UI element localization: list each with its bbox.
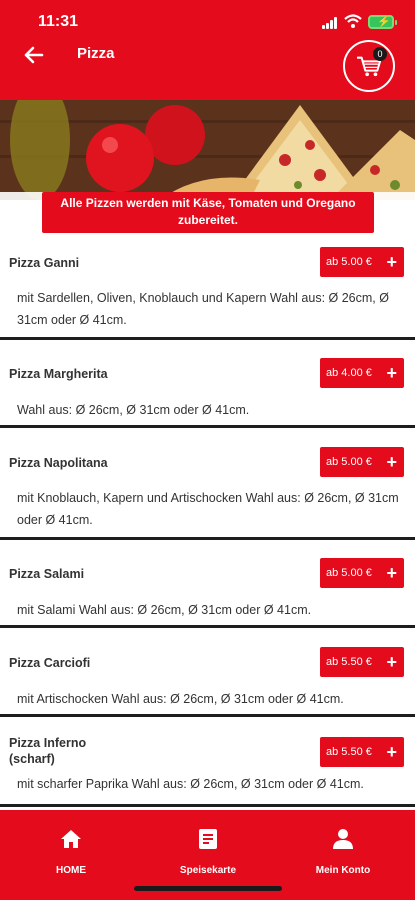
battery-icon: ⚡ <box>368 15 397 29</box>
home-indicator <box>134 886 282 891</box>
list-item[interactable]: Pizza Carciofi ab 5.50 € + mit Artischock… <box>0 635 415 717</box>
wifi-icon <box>344 14 362 28</box>
list-item[interactable]: Pizza Napolitana ab 5.00 € + mit Knoblauc… <box>0 435 415 540</box>
plus-icon: + <box>386 452 397 472</box>
item-name: Pizza Napolitana <box>9 456 108 470</box>
item-name: Pizza Salami <box>9 567 85 581</box>
list-item[interactable]: Pizza Ganni ab 5.00 € + mit Sardellen, Ol… <box>0 235 415 340</box>
status-time: 11:31 <box>38 13 79 30</box>
nav-home-label: HOME <box>56 865 86 876</box>
add-to-cart-button[interactable]: ab 5.00 € + <box>320 447 404 477</box>
item-price: ab 4.00 € <box>326 367 372 379</box>
item-name: Pizza Carciofi <box>9 656 91 670</box>
status-bar: 11:31 ⚡ <box>0 0 415 40</box>
plus-icon: + <box>386 742 397 762</box>
pizza-info-notice: Alle Pizzen werden mit Käse, Tomaten und… <box>42 192 374 233</box>
item-price: ab 5.00 € <box>326 456 372 468</box>
pizza-banner-image <box>0 100 415 200</box>
nav-account-label: Mein Konto <box>315 865 371 876</box>
item-description: mit Salami Wahl aus: Ø 26cm, Ø 31cm oder… <box>17 603 312 617</box>
back-arrow-icon[interactable] <box>18 40 48 70</box>
app-header: 11:31 ⚡ Pizza 0 <box>0 0 415 100</box>
nav-home[interactable]: HOME <box>26 828 116 876</box>
item-name: Pizza Margherita <box>9 367 108 381</box>
cart-count-badge: 0 <box>373 47 387 61</box>
home-icon <box>61 830 81 848</box>
item-name: Pizza Ganni <box>9 256 80 270</box>
add-to-cart-button[interactable]: ab 5.00 € + <box>320 247 404 277</box>
item-price: ab 5.50 € <box>326 746 372 758</box>
add-to-cart-button[interactable]: ab 4.00 € + <box>320 358 404 388</box>
item-description: mit Knoblauch, Kapern und Artischocken W… <box>17 491 399 527</box>
nav-menu[interactable]: Speisekarte <box>163 828 253 876</box>
nav-menu-label: Speisekarte <box>179 865 237 876</box>
plus-icon: + <box>386 252 397 272</box>
hero-image <box>0 100 415 200</box>
list-item[interactable]: Pizza Margherita ab 4.00 € + Wahl aus: Ø … <box>0 346 415 428</box>
menu-document-icon <box>199 829 217 849</box>
add-to-cart-button[interactable]: ab 5.50 € + <box>320 647 404 677</box>
item-price: ab 5.00 € <box>326 567 372 579</box>
signal-icon <box>322 17 340 29</box>
add-to-cart-button[interactable]: ab 5.50 € + <box>320 737 404 767</box>
item-price: ab 5.00 € <box>326 256 372 268</box>
item-description: mit scharfer Paprika Wahl aus: Ø 26cm, Ø… <box>17 777 364 791</box>
cart-button[interactable]: 0 <box>343 40 395 92</box>
list-item[interactable]: Pizza Inferno (scharf) ab 5.50 € + mit sc… <box>0 725 415 807</box>
plus-icon: + <box>386 563 397 583</box>
user-icon <box>333 829 353 849</box>
list-item[interactable]: Pizza Salami ab 5.00 € + mit Salami Wahl … <box>0 546 415 628</box>
item-name: Pizza Inferno (scharf) <box>9 736 87 766</box>
add-to-cart-button[interactable]: ab 5.00 € + <box>320 558 404 588</box>
nav-account[interactable]: Mein Konto <box>298 828 388 876</box>
item-price: ab 5.50 € <box>326 656 372 668</box>
item-description: mit Sardellen, Oliven, Knoblauch und Kap… <box>17 291 389 327</box>
page-title: Pizza <box>77 45 115 62</box>
plus-icon: + <box>386 363 397 383</box>
plus-icon: + <box>386 652 397 672</box>
item-description: mit Artischocken Wahl aus: Ø 26cm, Ø 31c… <box>17 692 344 706</box>
item-description: Wahl aus: Ø 26cm, Ø 31cm oder Ø 41cm. <box>17 403 250 417</box>
